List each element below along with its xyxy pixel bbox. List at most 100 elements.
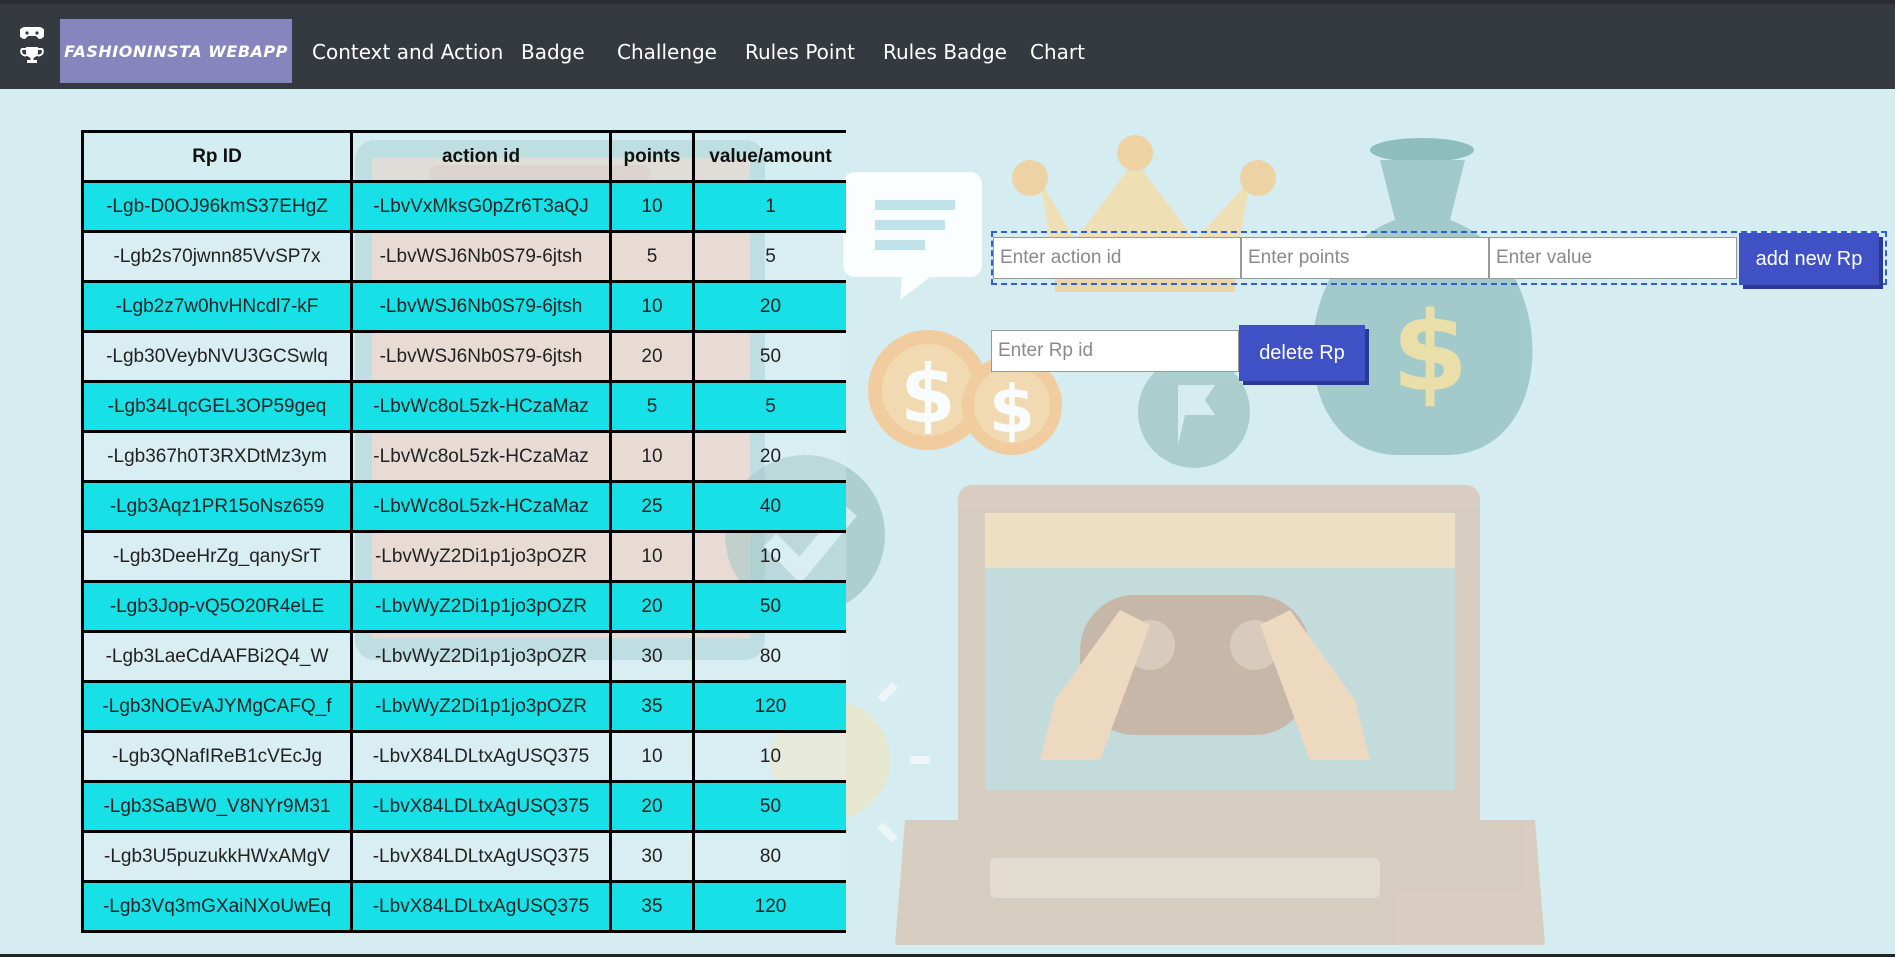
cell-value-amount: 120: [692, 880, 846, 933]
table-row: -Lgb3Vq3mGXaiNXoUwEq -LbvX84LDLtxAgUSQ375…: [81, 880, 846, 933]
table-body: -Lgb-D0OJ96kmS37EHgZ -LbvVxMksG0pZr6T3aQJ…: [81, 180, 846, 933]
delete-rp-button[interactable]: delete Rp: [1239, 325, 1365, 381]
cell-points: 20: [609, 580, 695, 633]
brand-logo[interactable]: FASHIONINSTA WEBAPP: [60, 19, 292, 83]
cell-value-amount: 120: [692, 680, 846, 733]
gamepad-icon: [20, 27, 44, 39]
nav-link-chart[interactable]: Chart: [1030, 40, 1085, 64]
cell-points: 25: [609, 480, 695, 533]
points-input[interactable]: [1241, 237, 1489, 279]
value-input[interactable]: [1489, 237, 1737, 279]
nav-link-context-and-action[interactable]: Context and Action: [312, 40, 503, 64]
cell-rp-id: -Lgb3Jop-vQ5O20R4eLE: [81, 580, 353, 633]
table-row: -Lgb-D0OJ96kmS37EHgZ -LbvVxMksG0pZr6T3aQJ…: [81, 180, 846, 233]
rules-point-table: Rp ID action id points value/amount -Lgb…: [81, 130, 846, 933]
cell-value-amount: 20: [692, 280, 846, 333]
flag-badge-illustration: [1138, 356, 1250, 468]
navbar: FASHIONINSTA WEBAPP Context and Action B…: [0, 0, 1895, 89]
cell-rp-id: -Lgb3DeeHrZg_qanySrT: [81, 530, 353, 583]
table-row: -Lgb3SaBW0_V8NYr9M31 -LbvX84LDLtxAgUSQ375…: [81, 780, 846, 833]
table-row: -Lgb30VeybNVU3GCSwlq -LbvWSJ6Nb0S79-6jtsh…: [81, 330, 846, 383]
cell-rp-id: -Lgb3NOEvAJYMgCAFQ_f: [81, 680, 353, 733]
cell-points: 5: [609, 380, 695, 433]
cell-value-amount: 80: [692, 830, 846, 883]
cell-value-amount: 40: [692, 480, 846, 533]
cell-points: 10: [609, 730, 695, 783]
action-id-input[interactable]: [993, 237, 1241, 279]
table-row: -Lgb3NOEvAJYMgCAFQ_f -LbvWyZ2Di1p1jo3pOZR…: [81, 680, 846, 733]
table-row: -Lgb3Aqz1PR15oNsz659 -LbvWc8oL5zk-HCzaMaz…: [81, 480, 846, 533]
cell-points: 30: [609, 830, 695, 883]
cell-value-amount: 1: [692, 180, 846, 233]
cell-value-amount: 50: [692, 780, 846, 833]
cell-points: 10: [609, 280, 695, 333]
column-header-value-amount: value/amount: [692, 130, 846, 183]
chat-bubble-illustration: [843, 172, 982, 300]
cell-rp-id: -Lgb30VeybNVU3GCSwlq: [81, 330, 353, 383]
table-row: -Lgb34LqcGEL3OP59geq -LbvWc8oL5zk-HCzaMaz…: [81, 380, 846, 433]
cell-value-amount: 50: [692, 580, 846, 633]
laptop-illustration: [895, 485, 1545, 945]
cell-action-id: -LbvWyZ2Di1p1jo3pOZR: [350, 680, 612, 733]
cell-action-id: -LbvX84LDLtxAgUSQ375: [350, 780, 612, 833]
table-row: -Lgb3DeeHrZg_qanySrT -LbvWyZ2Di1p1jo3pOZR…: [81, 530, 846, 583]
add-new-rp-button[interactable]: add new Rp: [1739, 233, 1879, 285]
column-header-action-id: action id: [350, 130, 612, 183]
table-row: -Lgb367h0T3RXDtMz3ym -LbvWc8oL5zk-HCzaMaz…: [81, 430, 846, 483]
money-bag-illustration: $: [1312, 138, 1533, 455]
cell-value-amount: 10: [692, 730, 846, 783]
svg-text:$: $: [989, 371, 1035, 448]
cell-points: 35: [609, 880, 695, 933]
rules-point-table-container[interactable]: Rp ID action id points value/amount -Lgb…: [81, 130, 846, 957]
cell-points: 30: [609, 630, 695, 683]
cell-points: 10: [609, 430, 695, 483]
nav-link-badge[interactable]: Badge: [521, 40, 585, 64]
cell-rp-id: -Lgb3SaBW0_V8NYr9M31: [81, 780, 353, 833]
table-row: -Lgb3LaeCdAAFBi2Q4_W -LbvWyZ2Di1p1jo3pOZR…: [81, 630, 846, 683]
column-header-rp-id: Rp ID: [81, 130, 353, 183]
cell-action-id: -LbvX84LDLtxAgUSQ375: [350, 830, 612, 883]
table-row: -Lgb2z7w0hvHNcdl7-kF -LbvWSJ6Nb0S79-6jtsh…: [81, 280, 846, 333]
cell-action-id: -LbvWSJ6Nb0S79-6jtsh: [350, 330, 612, 383]
cell-rp-id: -Lgb3LaeCdAAFBi2Q4_W: [81, 630, 353, 683]
cell-action-id: -LbvX84LDLtxAgUSQ375: [350, 880, 612, 933]
cell-action-id: -LbvVxMksG0pZr6T3aQJ: [350, 180, 612, 233]
nav-link-rules-point[interactable]: Rules Point: [745, 40, 855, 64]
cell-rp-id: -Lgb34LqcGEL3OP59geq: [81, 380, 353, 433]
cell-action-id: -LbvWSJ6Nb0S79-6jtsh: [350, 230, 612, 283]
cell-rp-id: -Lgb367h0T3RXDtMz3ym: [81, 430, 353, 483]
table-row: -Lgb2s70jwnn85VvSP7x -LbvWSJ6Nb0S79-6jtsh…: [81, 230, 846, 283]
cell-rp-id: -Lgb3QNafIReB1cVEcJg: [81, 730, 353, 783]
svg-text:$: $: [900, 348, 956, 441]
trophy-icon: [20, 47, 44, 63]
cell-points: 10: [609, 530, 695, 583]
nav-link-challenge[interactable]: Challenge: [617, 40, 717, 64]
svg-text:$: $: [1392, 288, 1469, 416]
table-header-row: Rp ID action id points value/amount: [81, 130, 846, 183]
cell-value-amount: 50: [692, 330, 846, 383]
cell-action-id: -LbvWc8oL5zk-HCzaMaz: [350, 480, 612, 533]
cell-rp-id: -Lgb2s70jwnn85VvSP7x: [81, 230, 353, 283]
cell-rp-id: -Lgb-D0OJ96kmS37EHgZ: [81, 180, 353, 233]
cell-value-amount: 5: [692, 230, 846, 283]
add-rp-form: add new Rp: [991, 231, 1887, 285]
table-row: -Lgb3U5puzukkHWxAMgV -LbvX84LDLtxAgUSQ375…: [81, 830, 846, 883]
cell-action-id: -LbvWyZ2Di1p1jo3pOZR: [350, 630, 612, 683]
cell-action-id: -LbvWyZ2Di1p1jo3pOZR: [350, 580, 612, 633]
nav-link-rules-badge[interactable]: Rules Badge: [883, 40, 1007, 64]
cell-points: 10: [609, 180, 695, 233]
rp-id-input[interactable]: [991, 330, 1239, 372]
cell-action-id: -LbvWyZ2Di1p1jo3pOZR: [350, 530, 612, 583]
cell-value-amount: 5: [692, 380, 846, 433]
cell-action-id: -LbvWc8oL5zk-HCzaMaz: [350, 380, 612, 433]
table-row: -Lgb3Jop-vQ5O20R4eLE -LbvWyZ2Di1p1jo3pOZR…: [81, 580, 846, 633]
cell-value-amount: 20: [692, 430, 846, 483]
cell-points: 35: [609, 680, 695, 733]
cell-rp-id: -Lgb3Aqz1PR15oNsz659: [81, 480, 353, 533]
column-header-points: points: [609, 130, 695, 183]
cell-action-id: -LbvWc8oL5zk-HCzaMaz: [350, 430, 612, 483]
cell-action-id: -LbvWSJ6Nb0S79-6jtsh: [350, 280, 612, 333]
cell-rp-id: -Lgb3Vq3mGXaiNXoUwEq: [81, 880, 353, 933]
nav-icon-group: [20, 26, 44, 70]
cell-points: 5: [609, 230, 695, 283]
